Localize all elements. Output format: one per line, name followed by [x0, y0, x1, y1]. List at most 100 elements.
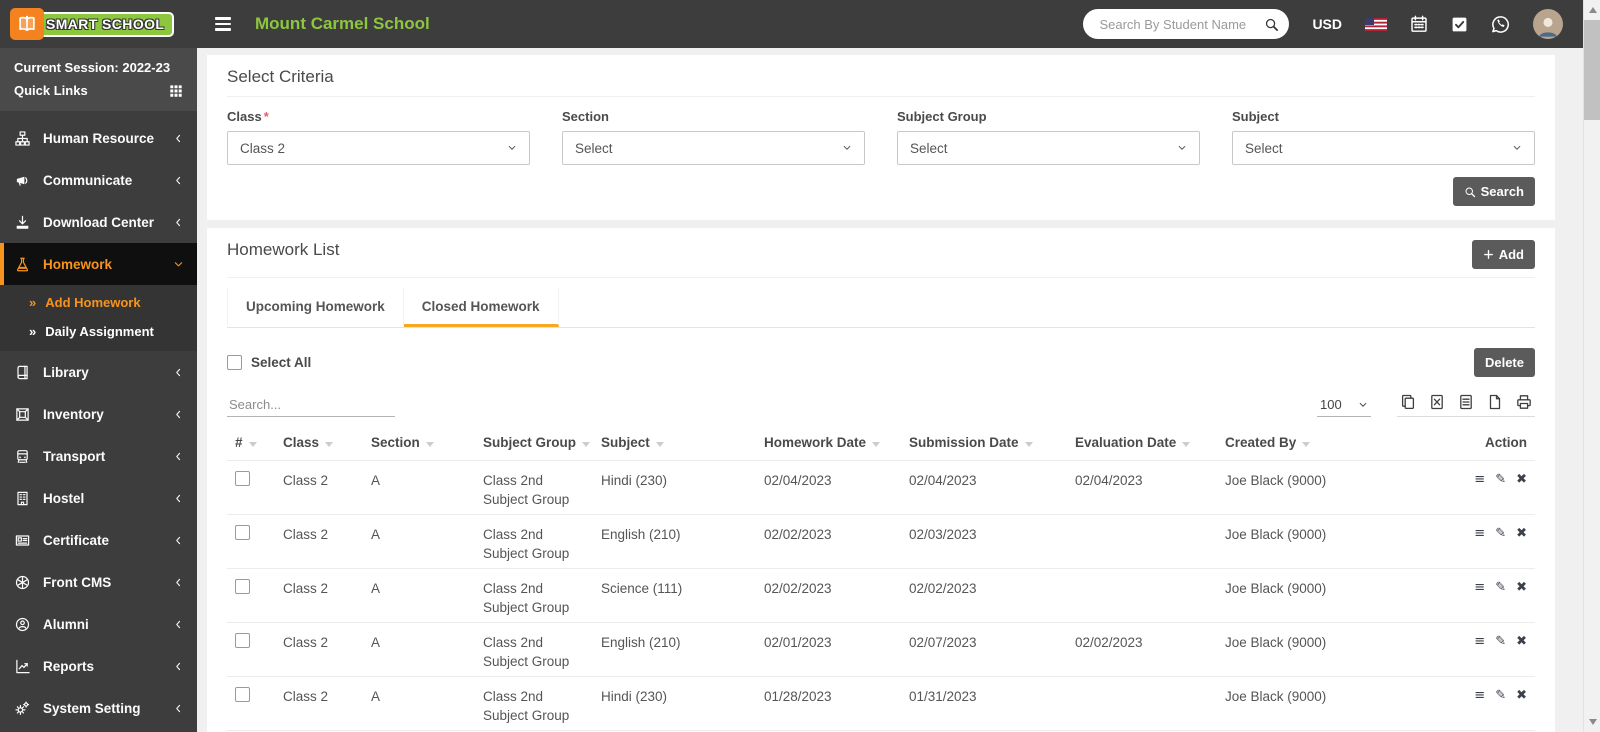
criteria-search-button[interactable]: Search	[1452, 177, 1535, 206]
excel-icon[interactable]	[1429, 394, 1445, 410]
column-header-subject[interactable]: Subject	[593, 429, 756, 461]
evaluation-list-icon[interactable]: ≡	[1474, 471, 1485, 488]
csv-icon[interactable]	[1458, 394, 1474, 410]
row-checkbox[interactable]	[235, 633, 250, 648]
evaluation-list-icon[interactable]: ≡	[1474, 579, 1485, 596]
tab-upcoming-homework[interactable]: Upcoming Homework	[227, 288, 404, 327]
us-flag-icon[interactable]	[1365, 17, 1387, 31]
page-size-select[interactable]: 100	[1317, 394, 1371, 417]
row-checkbox[interactable]	[235, 471, 250, 486]
column-header-homework-date[interactable]: Homework Date	[756, 429, 901, 461]
task-check-icon[interactable]	[1451, 16, 1468, 33]
sidebar-item-front-cms[interactable]: Front CMS	[0, 561, 197, 603]
chevron-down-icon	[842, 143, 852, 153]
sidebar-item-communicate[interactable]: Communicate	[0, 159, 197, 201]
sidebar-toggle-button[interactable]	[211, 13, 235, 35]
scroll-up-arrow[interactable]	[1588, 7, 1597, 13]
sidebar-item-certificate[interactable]: Certificate	[0, 519, 197, 561]
print-icon[interactable]	[1516, 394, 1532, 410]
column-header-submission-date[interactable]: Submission Date	[901, 429, 1067, 461]
delete-x-icon[interactable]: ✖	[1516, 633, 1527, 650]
evaluation-list-icon[interactable]: ≡	[1474, 633, 1485, 650]
sidebar-item-alumni[interactable]: Alumni	[0, 603, 197, 645]
sort-caret-icon	[1302, 442, 1311, 447]
select-all-checkbox[interactable]	[227, 355, 242, 370]
delete-x-icon[interactable]: ✖	[1516, 525, 1527, 542]
scroll-down-arrow[interactable]	[1588, 719, 1597, 725]
app-logo[interactable]: SMART SCHOOL	[0, 8, 197, 40]
window-scrollbar[interactable]	[1583, 0, 1600, 732]
currency-label[interactable]: USD	[1312, 16, 1342, 32]
field-section: Section Select	[562, 109, 865, 165]
cell-class: Class 2	[275, 622, 363, 677]
sidebar-item-inventory[interactable]: Inventory	[0, 393, 197, 435]
search-icon	[1464, 186, 1476, 198]
scrollbar-thumb[interactable]	[1584, 20, 1600, 120]
grid-icon[interactable]	[169, 84, 183, 98]
table-row: Class 2 A Class 2nd Subject Group Science (…	[227, 568, 1535, 623]
selected-value: Select	[575, 140, 613, 156]
inventory-icon	[15, 407, 32, 422]
evaluation-list-icon[interactable]: ≡	[1474, 687, 1485, 704]
edit-pencil-icon[interactable]: ✎	[1495, 633, 1506, 650]
row-checkbox[interactable]	[235, 525, 250, 540]
column-header-created-by[interactable]: Created By	[1217, 429, 1457, 461]
sidebar-item-reports[interactable]: Reports	[0, 645, 197, 687]
column-header-class[interactable]: Class	[275, 429, 363, 461]
certificate-icon	[15, 533, 32, 548]
sidebar-item-homework[interactable]: Homework	[0, 243, 197, 285]
submenu-item-daily-assignment[interactable]: » Daily Assignment	[0, 317, 197, 346]
add-homework-button[interactable]: Add	[1471, 240, 1535, 269]
subject-group-select[interactable]: Select	[897, 131, 1200, 165]
column-header-subject-group[interactable]: Subject Group	[475, 429, 593, 461]
row-checkbox[interactable]	[235, 579, 250, 594]
column-header--[interactable]: #	[227, 429, 275, 461]
sidebar-item-label: Homework	[43, 256, 113, 272]
cell-created-by: Joe Black (9000)	[1217, 514, 1457, 569]
evaluation-list-icon[interactable]: ≡	[1474, 525, 1485, 542]
delete-x-icon[interactable]: ✖	[1516, 471, 1527, 488]
table-search-input[interactable]	[227, 393, 395, 417]
cell-submission-date: 02/02/2023	[901, 568, 1067, 623]
whatsapp-icon[interactable]	[1491, 15, 1510, 34]
delete-x-icon[interactable]: ✖	[1516, 579, 1527, 596]
sidebar-item-library[interactable]: Library	[0, 351, 197, 393]
edit-pencil-icon[interactable]: ✎	[1495, 525, 1506, 542]
chevron-left-icon	[173, 577, 184, 588]
calendar-icon[interactable]	[1410, 15, 1428, 33]
field-label: Section	[562, 109, 609, 124]
search-icon[interactable]	[1264, 17, 1279, 32]
column-header-action: Action	[1485, 435, 1527, 450]
cell-evaluation-date	[1067, 676, 1217, 731]
edit-pencil-icon[interactable]: ✎	[1495, 471, 1506, 488]
edit-pencil-icon[interactable]: ✎	[1495, 687, 1506, 704]
cell-homework-date: 02/02/2023	[756, 568, 901, 623]
cell-subject-group: Class 2nd Subject Group	[475, 568, 593, 623]
student-search-input[interactable]	[1097, 15, 1265, 33]
cell-subject-group: Class 2nd Subject Group	[475, 676, 593, 731]
sidebar-item-transport[interactable]: Transport	[0, 435, 197, 477]
edit-pencil-icon[interactable]: ✎	[1495, 579, 1506, 596]
pdf-icon[interactable]	[1487, 394, 1503, 410]
cell-section: A	[363, 622, 475, 677]
delete-x-icon[interactable]: ✖	[1516, 687, 1527, 704]
sidebar-item-download-center[interactable]: Download Center	[0, 201, 197, 243]
quick-links-label[interactable]: Quick Links	[14, 79, 88, 102]
subject-select[interactable]: Select	[1232, 131, 1535, 165]
delete-button[interactable]: Delete	[1473, 348, 1535, 377]
sidebar-item-hostel[interactable]: Hostel	[0, 477, 197, 519]
row-checkbox[interactable]	[235, 687, 250, 702]
row-checkbox-cell	[227, 514, 275, 569]
section-select[interactable]: Select	[562, 131, 865, 165]
tab-closed-homework[interactable]: Closed Homework	[403, 288, 559, 327]
user-avatar[interactable]	[1533, 9, 1563, 39]
class-select[interactable]: Class 2	[227, 131, 530, 165]
copy-icon[interactable]	[1400, 394, 1416, 410]
sidebar-item-label: System Setting	[43, 700, 141, 716]
column-header-evaluation-date[interactable]: Evaluation Date	[1067, 429, 1217, 461]
field-subject: Subject Select	[1232, 109, 1535, 165]
sidebar-item-human-resource[interactable]: Human Resource	[0, 117, 197, 159]
column-header-section[interactable]: Section	[363, 429, 475, 461]
sidebar-item-system-setting[interactable]: System Setting	[0, 687, 197, 729]
submenu-item-add-homework[interactable]: » Add Homework	[0, 288, 197, 317]
